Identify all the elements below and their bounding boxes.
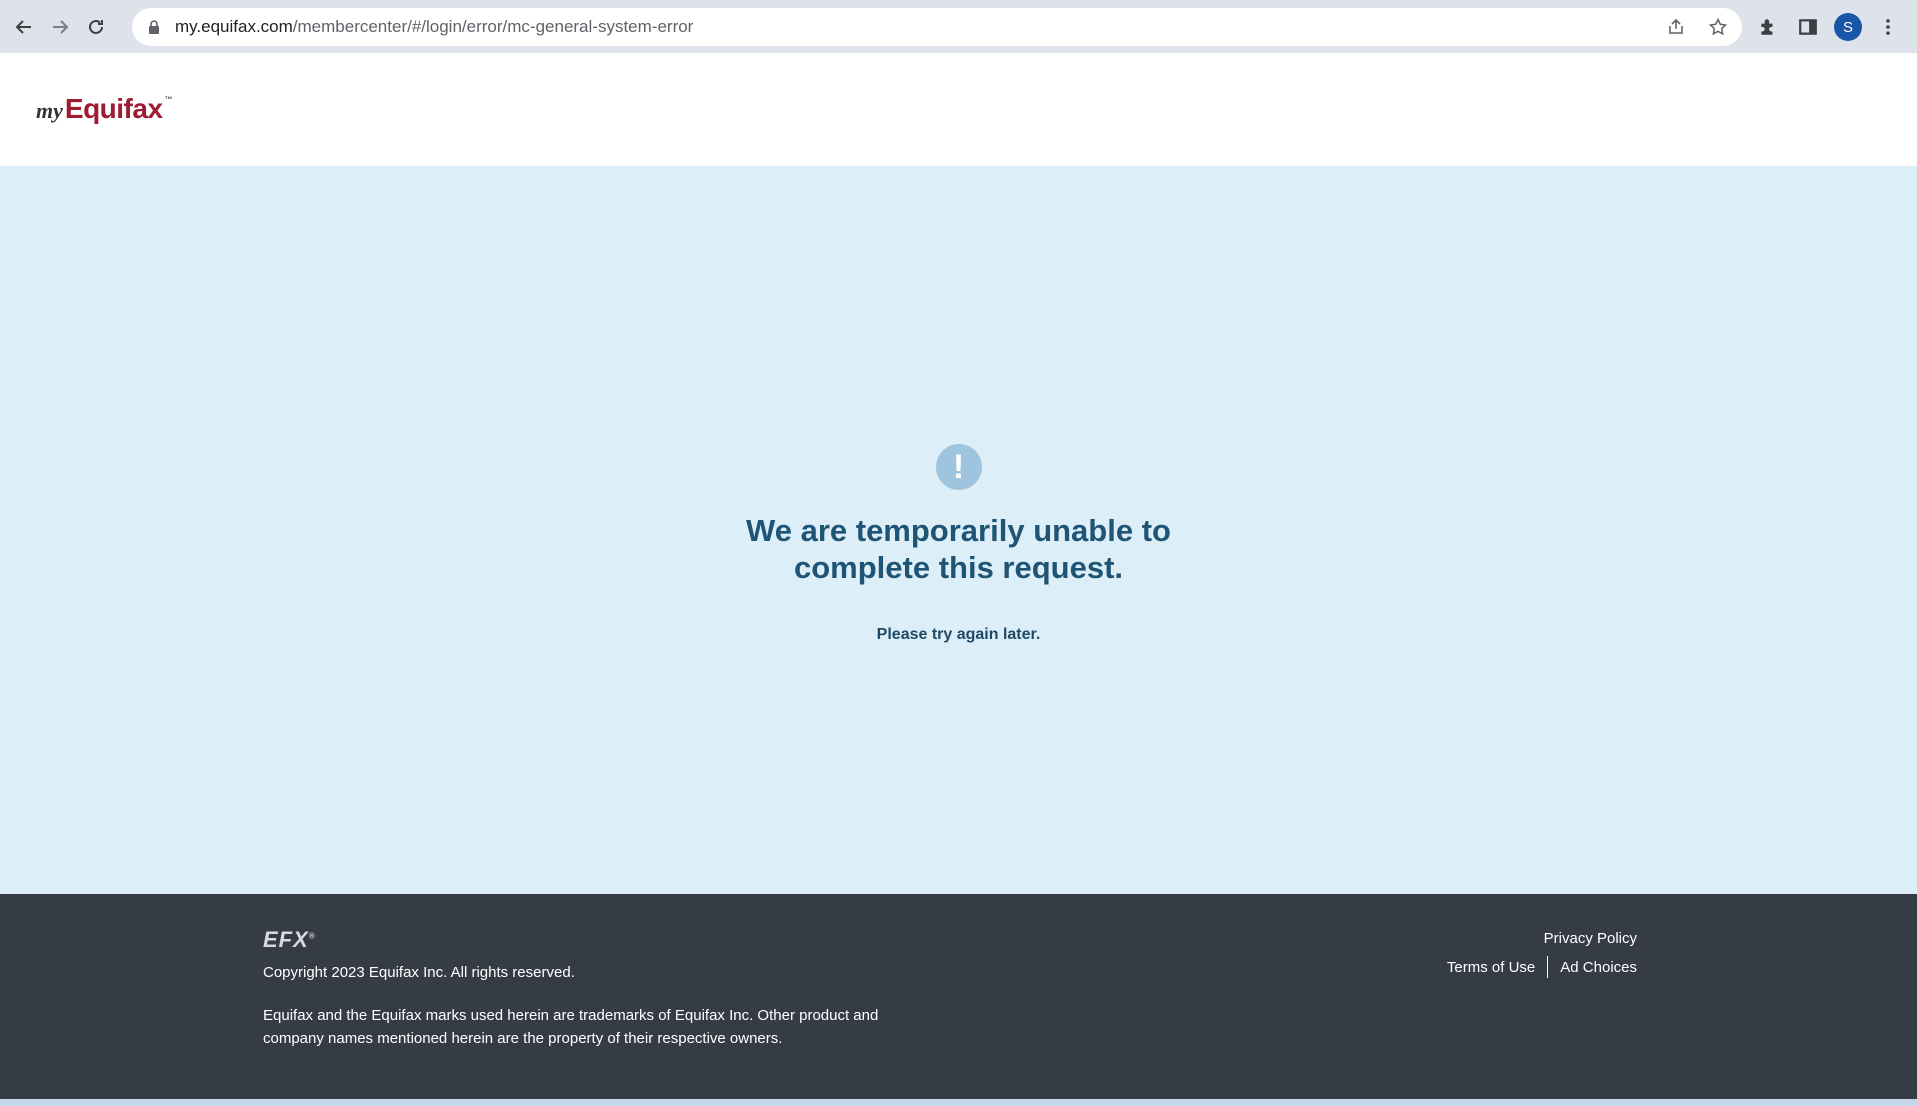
ad-choices-link[interactable]: Ad Choices <box>1560 959 1637 976</box>
efx-logo-text: EFX <box>263 927 309 952</box>
arrow-right-icon <box>53 19 69 34</box>
bookmark-button[interactable] <box>1704 13 1732 41</box>
trademark-notice: Equifax and the Equifax marks used herei… <box>263 1007 879 1047</box>
link-divider <box>1547 956 1549 978</box>
exclamation-icon: ! <box>935 444 982 490</box>
error-message-block: ! We are temporarily unable to complete … <box>0 444 1917 644</box>
browser-toolbar: my.equifax.com/membercenter/#/login/erro… <box>0 0 1917 53</box>
reload-button[interactable] <box>78 9 114 45</box>
forward-button[interactable] <box>42 9 78 45</box>
efx-logo: EFX® <box>263 927 316 953</box>
main-content: ! We are temporarily unable to complete … <box>0 166 1917 894</box>
efx-logo-mark: ® <box>308 931 316 941</box>
url-path: /membercenter/#/login/error/mc-general-s… <box>292 17 694 36</box>
copyright-text: Copyright 2023 Equifax Inc. All rights r… <box>263 964 575 981</box>
error-subtitle: Please try again later. <box>876 626 1041 643</box>
address-bar[interactable]: my.equifax.com/membercenter/#/login/erro… <box>132 8 1742 46</box>
star-icon <box>1709 18 1727 36</box>
url-text: my.equifax.com/membercenter/#/login/erro… <box>175 17 693 37</box>
profile-button[interactable]: S <box>1830 9 1866 45</box>
extensions-button[interactable] <box>1750 9 1786 45</box>
back-button[interactable] <box>6 9 42 45</box>
side-panel-button[interactable] <box>1790 9 1826 45</box>
bottom-strip <box>0 1099 1917 1106</box>
reload-icon <box>89 19 103 34</box>
myequifax-logo[interactable]: my Equifax ™ <box>36 93 173 125</box>
arrow-left-icon <box>15 19 31 34</box>
error-title: We are temporarily unable to complete th… <box>746 513 1171 585</box>
puzzle-icon <box>1761 19 1773 35</box>
site-footer: EFX® Copyright 2023 Equifax Inc. All rig… <box>0 894 1917 1099</box>
menu-button[interactable] <box>1870 9 1906 45</box>
logo-name: Equifax <box>64 93 163 124</box>
terms-of-use-link[interactable]: Terms of Use <box>1447 959 1535 976</box>
logo-prefix: my <box>36 98 63 123</box>
lock-icon <box>149 20 159 34</box>
url-host: my.equifax.com <box>175 17 293 36</box>
share-button[interactable] <box>1662 13 1690 41</box>
site-header: my Equifax ™ <box>0 53 1917 166</box>
side-panel-icon <box>1799 19 1817 35</box>
footer-links: Privacy Policy Terms of Use Ad Choices <box>1447 930 1637 978</box>
kebab-menu-icon <box>1886 19 1890 35</box>
share-icon <box>1669 18 1683 34</box>
avatar: S <box>1834 13 1862 41</box>
logo-trademark: ™ <box>164 95 173 104</box>
privacy-policy-link[interactable]: Privacy Policy <box>1544 930 1637 947</box>
